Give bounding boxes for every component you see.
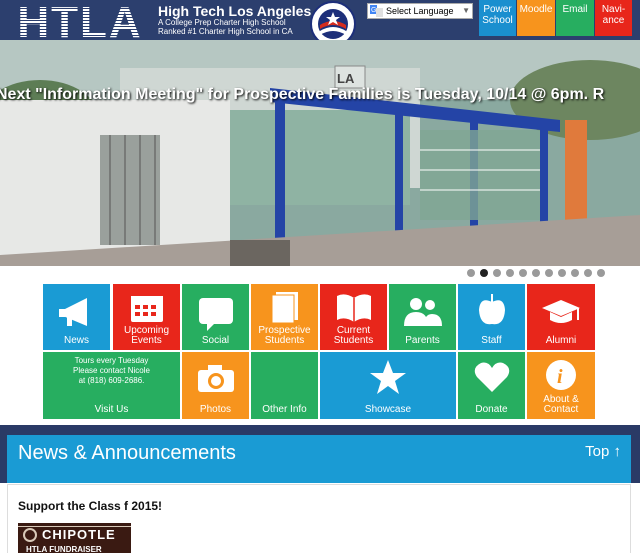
tile-donate-label: Donate [475,404,508,415]
tile-current-students[interactable]: Current Students [320,284,387,350]
tile-staff[interactable]: Staff [458,284,525,350]
graduation-cap-icon [542,300,580,323]
tile-prospective-students[interactable]: Prospective Students [251,284,318,350]
email-button[interactable]: Email [556,0,594,36]
thumb-subtitle: HTLA FUNDRAISER [26,545,102,553]
announcement-ticker[interactable]: Next "Information Meeting" for Prospecti… [0,84,640,106]
tile-photos-label: Photos [199,404,232,415]
slider-dot[interactable] [506,269,514,277]
slider-dot[interactable] [558,269,566,277]
slider-dot[interactable] [584,269,592,277]
tile-other-info[interactable]: Other Info [251,352,318,419]
ticker-text: Next "Information Meeting" for Prospecti… [0,86,605,103]
slider-dot[interactable] [571,269,579,277]
site-name[interactable]: High Tech Los Angeles [158,3,311,19]
tile-staff-label: Staff [481,335,502,346]
apple-icon [478,294,505,325]
events-label-2: Events [131,335,162,346]
news-section-header: News & Announcements Top ↑ [7,435,631,483]
thumb-title: CHIPOTLE [42,527,116,542]
tile-about-label: About & Contact [527,395,595,415]
people-icon [403,298,442,326]
site-ranking: Ranked #1 Charter High School in CA [158,27,293,36]
chipotle-logo-icon [23,528,37,542]
tile-alumni[interactable]: Alumni [527,284,595,350]
tile-visit-label: Visit Us [94,404,129,415]
tile-alumni-label: Alumni [545,335,577,346]
hero-slideshow[interactable]: LA Next "Information Meeting" for Prospe… [0,40,640,266]
tile-parents-label: Parents [405,335,440,346]
news-post: Support the Class f 2015! CHIPOTLE HTLA … [7,484,631,553]
naviance-label-2: ance [602,15,625,26]
document-icon [271,292,298,324]
tile-donate[interactable]: Donate [458,352,525,419]
tile-showcase[interactable]: Showcase [320,352,456,419]
news-heading: News & Announcements [18,442,236,464]
speech-bubble-icon [198,298,233,331]
tile-about-contact[interactable]: i About & Contact [527,352,595,419]
email-label: Email [562,4,588,15]
tour-info-line-2: Please contact Nicole [73,366,150,375]
camera-icon [197,365,234,392]
naviance-button[interactable]: Navi- ance [595,0,632,36]
post-thumbnail[interactable]: CHIPOTLE HTLA FUNDRAISER [18,523,131,553]
powerschool-button[interactable]: Power School [479,0,516,36]
naviance-label-1: Navi- [601,4,626,15]
dropdown-arrow-icon: ▼ [462,6,470,15]
svg-text:i: i [557,366,563,388]
htla-logo[interactable]: HTLA [6,2,154,44]
slider-dot[interactable] [519,269,527,277]
slider-dot[interactable] [532,269,540,277]
current-label-2: Students [333,335,374,346]
tile-news-label: News [63,335,89,346]
megaphone-icon [58,298,87,326]
tile-parents[interactable]: Parents [389,284,456,350]
back-to-top-link[interactable]: Top ↑ [585,443,621,460]
tile-photos[interactable]: Photos [182,352,249,419]
tour-info: Tours every Tuesday Please contact Nicol… [43,356,180,386]
navigation-tiles: News Upcoming Events Social Prospective St… [0,280,640,425]
open-book-icon [336,294,371,322]
tile-events-label: Upcoming Events [113,326,180,346]
heart-icon [474,362,509,392]
translate-label: Select Language [386,6,454,16]
slider-dot[interactable] [597,269,605,277]
info-icon: i [546,360,576,390]
moodle-button[interactable]: Moodle [517,0,555,36]
svg-text:G: G [371,7,376,14]
tile-social[interactable]: Social [182,284,249,350]
tour-info-line-1: Tours every Tuesday [74,356,149,365]
post-title[interactable]: Support the Class f 2015! [18,499,162,513]
translate-select[interactable]: G Select Language ▼ [367,3,473,19]
star-icon [370,360,406,394]
tile-news[interactable]: News [43,284,110,350]
tile-upcoming-events[interactable]: Upcoming Events [113,284,180,350]
slider-dot[interactable] [545,269,553,277]
moodle-label: Moodle [519,4,553,15]
tile-visit-us[interactable]: Tours every Tuesday Please contact Nicol… [43,352,180,419]
google-translate-icon: G [370,5,383,17]
powerschool-label-1: Power [483,4,512,15]
tile-other-label: Other Info [262,404,307,415]
slider-dot[interactable] [467,269,475,277]
slider-pagination [0,266,640,280]
tile-social-label: Social [201,335,230,346]
tile-current-label: Current Students [320,326,387,346]
calendar-icon [130,296,163,322]
tile-showcase-label: Showcase [364,404,412,415]
slider-dot[interactable] [493,269,501,277]
tile-prospective-label: Prospective Students [251,326,318,346]
logo-text: HTLA [17,2,143,44]
tour-info-line-3: at (818) 609-2686. [78,376,145,385]
powerschool-label-2: School [482,15,513,26]
prospective-label-2: Students [264,335,305,346]
slider-dot[interactable] [480,269,488,277]
about-label-2: Contact [543,404,579,415]
hero-school-image: LA [0,40,640,266]
